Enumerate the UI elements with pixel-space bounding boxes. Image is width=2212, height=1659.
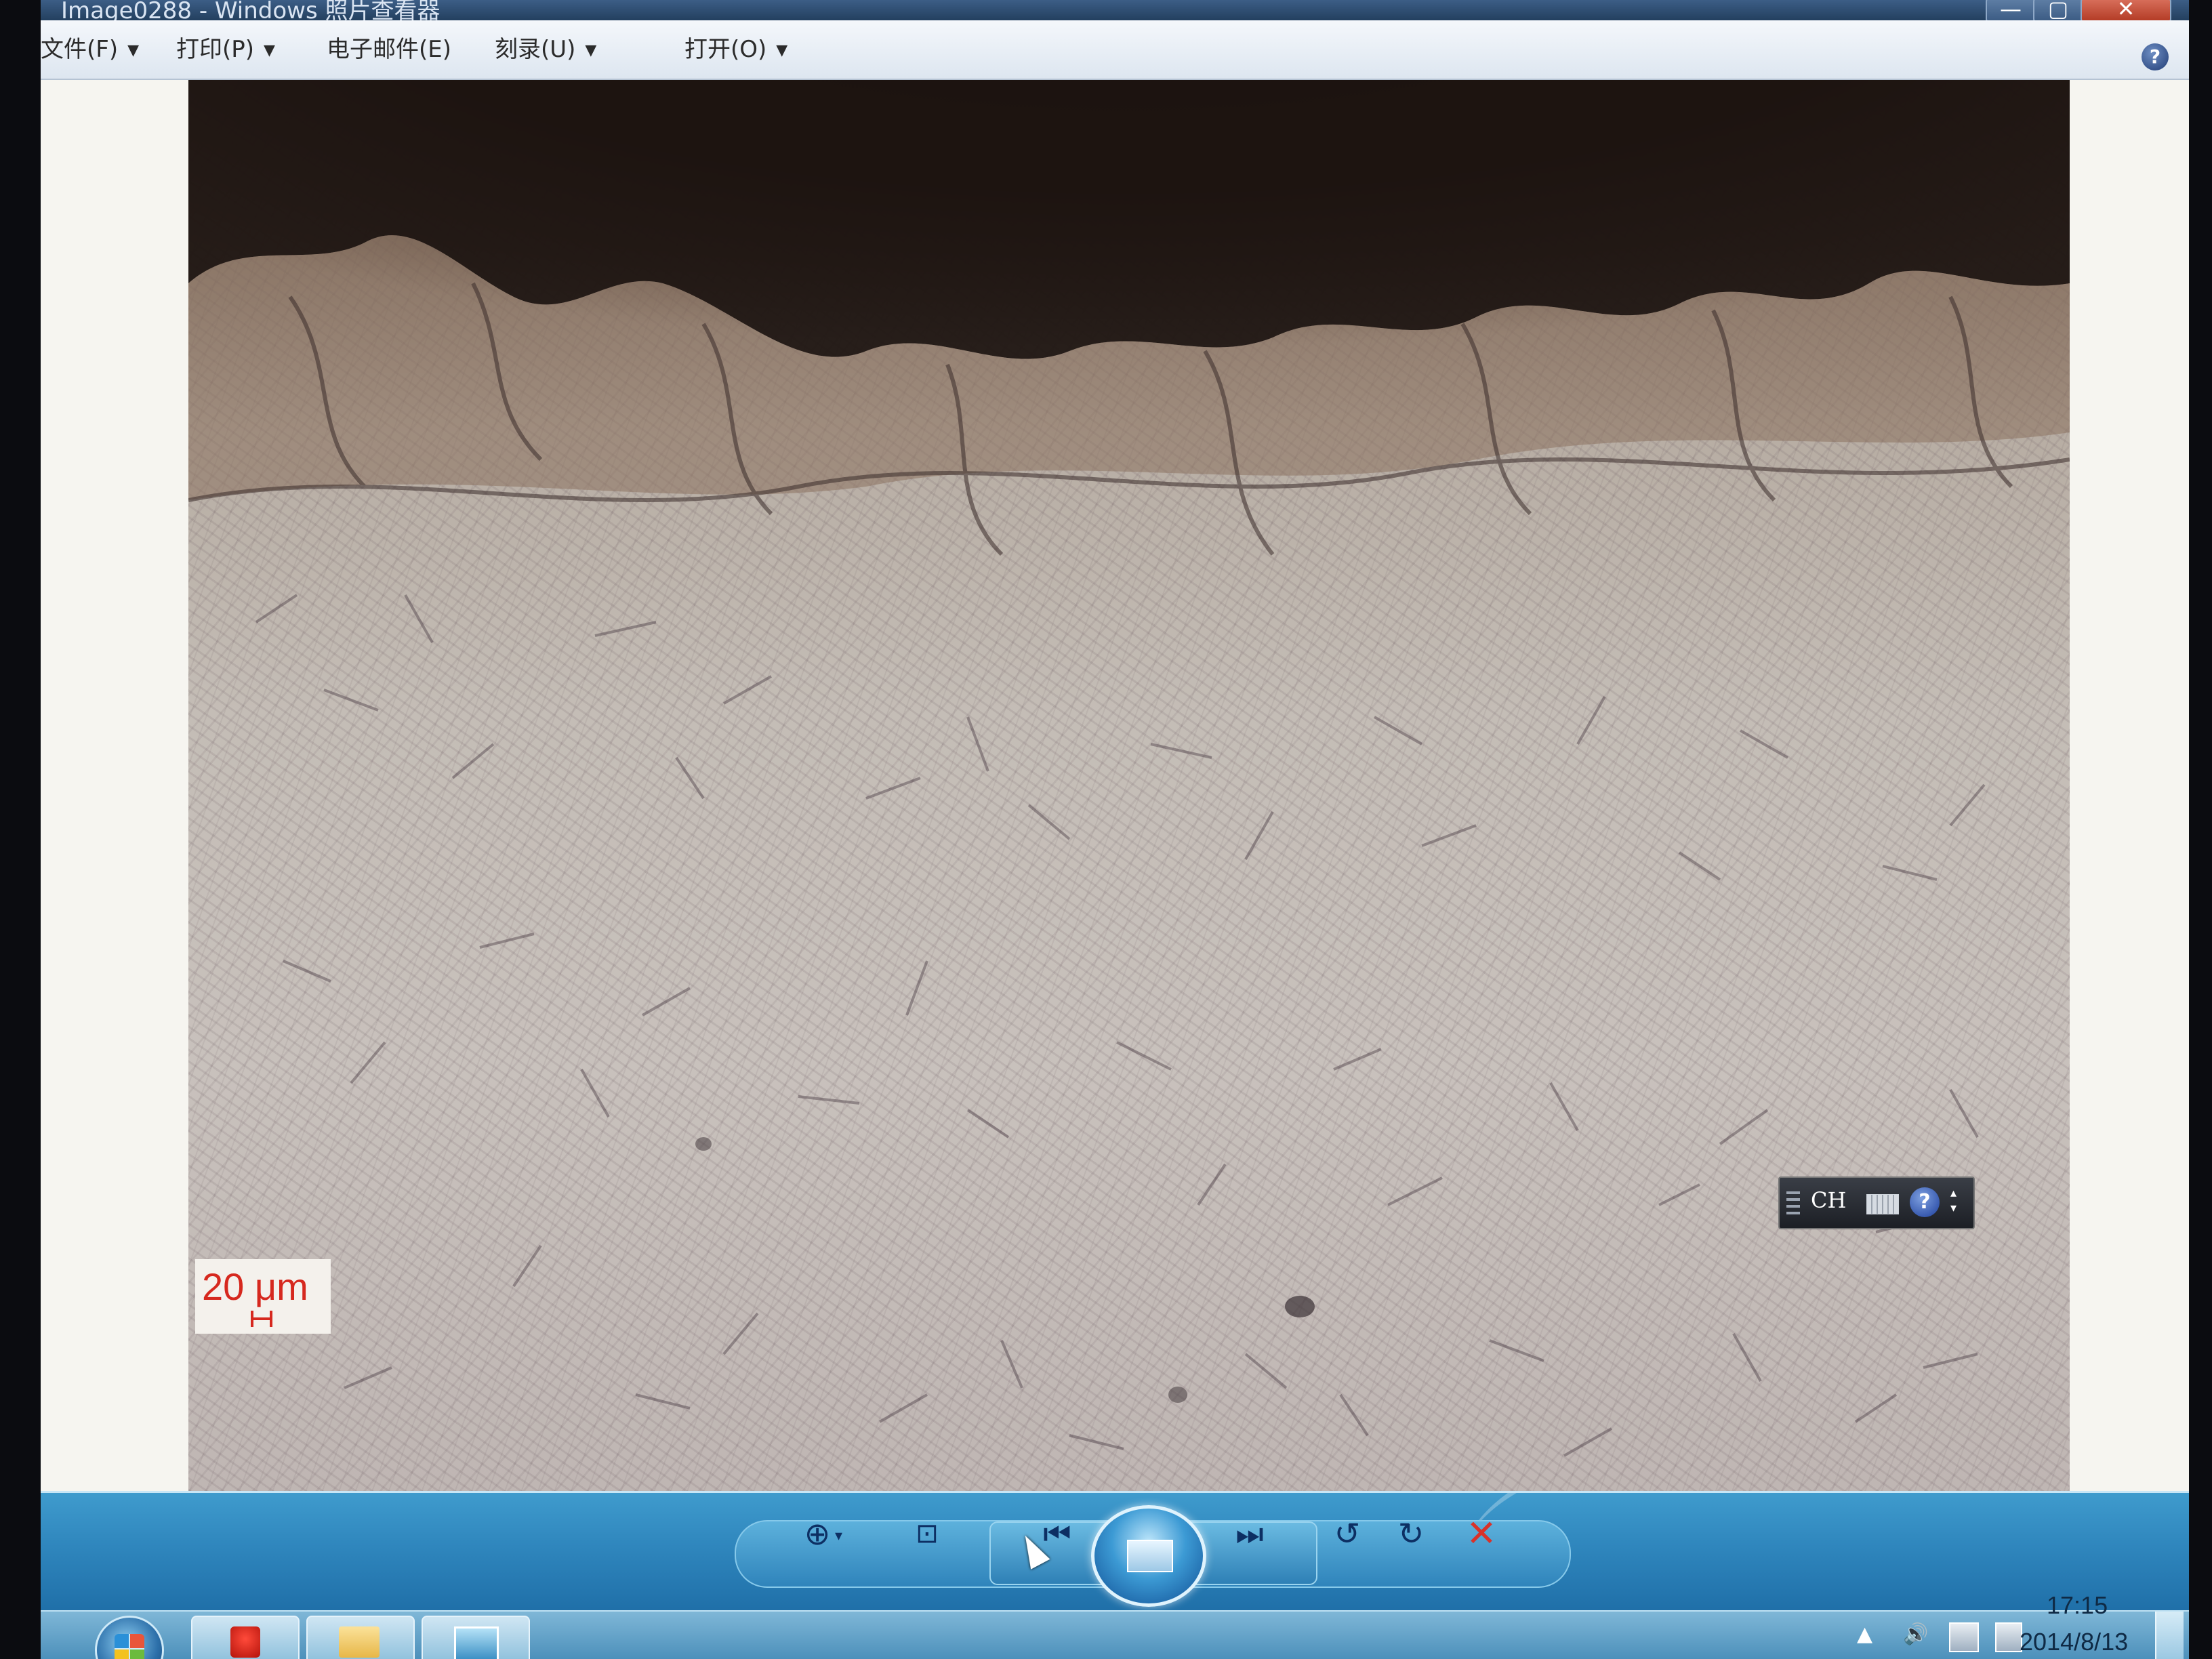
help-icon[interactable]: ? [2142, 43, 2169, 70]
delete-button[interactable]: ✕ [1461, 1513, 1502, 1554]
volume-icon[interactable]: 🔊 [1903, 1622, 1928, 1646]
clock-time[interactable]: 17:15 [2047, 1591, 2108, 1620]
options-dropdown-icon[interactable]: ▴ ▾ [1950, 1186, 1957, 1216]
close-button[interactable]: ✕ [2081, 0, 2171, 23]
menu-open[interactable]: 打开(O) ▼ [684, 33, 787, 66]
taskbar: ▲ 🔊 17:15 2014/8/13 [41, 1591, 2189, 1659]
clock-date[interactable]: 2014/8/13 [2020, 1628, 2128, 1656]
drag-handle-icon[interactable] [1786, 1191, 1800, 1216]
menu-file-label: 文件(F) [41, 36, 119, 63]
network-icon[interactable] [1949, 1622, 1979, 1652]
zoom-icon: ⊕ [804, 1515, 831, 1552]
chevron-down-icon: ▼ [585, 41, 597, 59]
chevron-down-icon: ▼ [776, 41, 788, 59]
menu-bar: 文件(F) ▼ 打印(P) ▼ 电子邮件(E) 刻录(U) ▼ 打开(O) ▼ ? [41, 20, 2189, 80]
scale-bar: 20 μm [195, 1259, 331, 1334]
menu-print[interactable]: 打印(P) ▼ [176, 33, 275, 66]
windows-logo-icon [115, 1634, 144, 1659]
menu-file[interactable]: 文件(F) ▼ [41, 33, 139, 66]
minimize-button[interactable]: — [1986, 0, 2036, 23]
menu-burn-label: 刻录(U) [495, 36, 576, 63]
app-icon [230, 1626, 260, 1658]
menu-open-label: 打开(O) [684, 36, 767, 63]
chevron-down-icon: ▾ [835, 1528, 843, 1544]
window-title-bar: Image0288 - Windows 照片查看器 — ▢ ✕ [41, 0, 2189, 24]
viewer-control-bar: ⊕ ▾ ⊡ ⏮ ⏭ ↺ ↻ ✕ [41, 1491, 2189, 1612]
delete-icon: ✕ [1466, 1512, 1497, 1555]
scale-bar-marker [251, 1311, 272, 1327]
fit-to-window-icon: ⊡ [916, 1518, 939, 1549]
taskbar-photo-viewer[interactable] [422, 1616, 530, 1659]
folder-icon [339, 1626, 380, 1658]
action-center-icon[interactable] [1995, 1622, 2022, 1652]
menu-email[interactable]: 电子邮件(E) [327, 33, 451, 66]
image-viewport: 20 μm CH ? ▴ ▾ [41, 80, 2189, 1491]
next-button[interactable]: ⏭ [1216, 1513, 1284, 1554]
chevron-down-icon: ▼ [127, 41, 140, 59]
previous-icon: ⏮ [1043, 1515, 1071, 1552]
chevron-down-icon: ▼ [264, 41, 275, 59]
rotate-clockwise-button[interactable]: ↻ [1391, 1513, 1431, 1554]
show-desktop-button[interactable] [2155, 1612, 2184, 1659]
rotate-clockwise-icon: ↻ [1397, 1515, 1425, 1552]
rotate-counterclockwise-button[interactable]: ↺ [1327, 1513, 1368, 1554]
micrograph-texture [188, 80, 2070, 1457]
menu-print-label: 打印(P) [176, 36, 255, 63]
rotate-counterclockwise-icon: ↺ [1334, 1515, 1361, 1552]
micrograph-image[interactable]: 20 μm CH ? ▴ ▾ [188, 80, 2070, 1491]
slideshow-button[interactable] [1091, 1505, 1206, 1607]
zoom-button[interactable]: ⊕ ▾ [797, 1513, 842, 1554]
photo-viewer-icon [454, 1626, 499, 1659]
menu-burn[interactable]: 刻录(U) ▼ [495, 33, 596, 66]
tray-expand-icon[interactable]: ▲ [1857, 1622, 1872, 1646]
language-bar[interactable]: CH ? ▴ ▾ [1778, 1176, 1975, 1229]
fit-to-window-button[interactable]: ⊡ [907, 1513, 947, 1554]
start-button[interactable] [95, 1616, 164, 1659]
next-icon: ⏭ [1235, 1515, 1264, 1552]
taskbar-app-1[interactable] [191, 1616, 300, 1659]
maximize-button[interactable]: ▢ [2033, 0, 2083, 23]
help-icon[interactable]: ? [1910, 1187, 1940, 1217]
keyboard-icon[interactable] [1866, 1194, 1899, 1214]
monitor-screen: Image0288 - Windows 照片查看器 — ▢ ✕ 文件(F) ▼ 打… [41, 0, 2189, 1659]
slideshow-icon [1127, 1540, 1173, 1572]
menu-email-label: 电子邮件(E) [327, 36, 452, 63]
scale-bar-label: 20 μm [202, 1265, 308, 1308]
taskbar-explorer[interactable] [306, 1616, 415, 1659]
input-language-code[interactable]: CH [1811, 1187, 1846, 1213]
